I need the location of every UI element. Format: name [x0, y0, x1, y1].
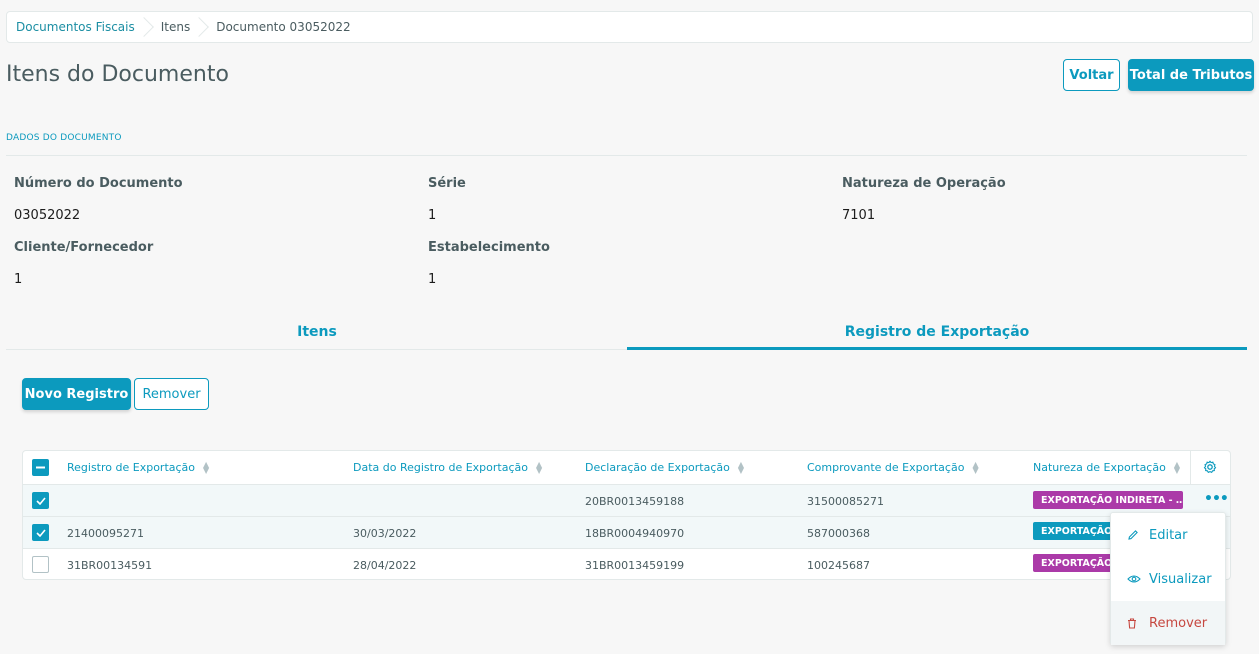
section-label: DADOS DO DOCUMENTO — [6, 133, 122, 143]
back-button[interactable]: Voltar — [1063, 59, 1120, 91]
tab-itens[interactable]: Itens — [7, 314, 627, 350]
breadcrumb-current-label: Documento 03052022 — [216, 20, 351, 34]
breadcrumb-item-documentos-fiscais[interactable]: Documentos Fiscais — [7, 12, 147, 42]
row-checkbox[interactable] — [32, 556, 49, 573]
cell-comprovante: 587000368 — [807, 526, 870, 540]
sort-icon[interactable]: ▲ ▼ — [203, 460, 209, 474]
sort-icon[interactable]: ▲ ▼ — [972, 460, 978, 474]
more-options-icon[interactable]: ••• — [1204, 491, 1229, 507]
cell-data: 28/04/2022 — [353, 558, 417, 572]
new-record-button[interactable]: Novo Registro — [22, 378, 131, 410]
menu-item-label: Editar — [1149, 527, 1188, 543]
field-label-estabelecimento: Estabelecimento — [428, 240, 550, 255]
column-header-registro[interactable]: Registro de Exportação ▲ ▼ — [67, 451, 209, 484]
select-all-checkbox[interactable] — [32, 459, 49, 476]
column-header-comprovante[interactable]: Comprovante de Exportação ▲ ▼ — [807, 451, 979, 484]
cell-registro: 31BR00134591 — [67, 558, 153, 572]
cell-registro: 21400095271 — [67, 526, 144, 540]
field-label-numero: Número do Documento — [14, 176, 183, 191]
minus-icon — [36, 466, 45, 469]
column-divider — [1190, 451, 1191, 484]
export-records-table: Registro de Exportação ▲ ▼ Data do Regist… — [22, 450, 1231, 580]
remove-button[interactable]: Remover — [134, 378, 209, 410]
column-header-label: Declaração de Exportação — [585, 461, 730, 474]
field-value-serie: 1 — [428, 208, 437, 223]
field-value-estabelecimento: 1 — [428, 272, 437, 287]
menu-item-remove[interactable]: Remover — [1111, 601, 1225, 645]
status-badge: EXPORTAÇÃO INDIRETA - … — [1033, 491, 1183, 509]
cell-declaracao: 20BR0013459188 — [585, 494, 685, 508]
cell-declaracao: 18BR0004940970 — [585, 526, 685, 540]
check-icon — [35, 528, 46, 537]
sort-icon[interactable]: ▲ ▼ — [1174, 460, 1180, 474]
page-title: Itens do Documento — [6, 62, 229, 87]
column-header-natureza[interactable]: Natureza de Exportação ▲ ▼ — [1033, 451, 1180, 484]
pencil-icon — [1127, 529, 1141, 541]
total-tributos-button[interactable]: Total de Tributos — [1128, 59, 1254, 91]
breadcrumb-item-itens[interactable]: Itens — [147, 12, 202, 42]
cell-comprovante: 100245687 — [807, 558, 870, 572]
section-divider — [6, 155, 1247, 156]
field-label-cliente: Cliente/Fornecedor — [14, 240, 154, 255]
row-actions-menu: Editar Visualizar Remover — [1110, 512, 1226, 645]
cell-comprovante: 31500085271 — [807, 494, 884, 508]
row-checkbox[interactable] — [32, 524, 49, 541]
cell-declaracao: 31BR0013459199 — [585, 558, 685, 572]
column-header-label: Registro de Exportação — [67, 461, 196, 474]
eye-icon — [1127, 574, 1141, 584]
field-label-serie: Série — [428, 176, 466, 191]
column-header-data[interactable]: Data do Registro de Exportação ▲ ▼ — [353, 451, 542, 484]
field-value-natureza-operacao: 7101 — [842, 208, 876, 223]
column-header-label: Comprovante de Exportação — [807, 461, 965, 474]
tab-active-indicator — [627, 347, 1247, 350]
table-row[interactable]: 21400095271 30/03/2022 18BR0004940970 58… — [23, 516, 1230, 548]
table-row[interactable]: 20BR0013459188 31500085271 EXPORTAÇÃO IN… — [23, 484, 1230, 516]
gear-icon[interactable] — [1203, 460, 1217, 477]
column-header-declaracao[interactable]: Declaração de Exportação ▲ ▼ — [585, 451, 744, 484]
status-badge: EXPORTAÇÃO — [1033, 522, 1113, 540]
trash-icon — [1127, 617, 1141, 629]
breadcrumb-link[interactable]: Documentos Fiscais — [16, 20, 135, 34]
menu-item-edit[interactable]: Editar — [1111, 513, 1225, 557]
row-checkbox[interactable] — [32, 492, 49, 509]
menu-item-view[interactable]: Visualizar — [1111, 557, 1225, 601]
status-badge: EXPORTAÇÃO — [1033, 554, 1113, 572]
breadcrumb: Documentos Fiscais Itens Documento 03052… — [6, 11, 1253, 43]
sort-icon[interactable]: ▲ ▼ — [536, 460, 542, 474]
menu-item-label: Visualizar — [1149, 571, 1212, 587]
cell-data: 30/03/2022 — [353, 526, 417, 540]
column-header-label: Data do Registro de Exportação — [353, 461, 528, 474]
field-value-cliente: 1 — [14, 272, 23, 287]
column-header-label: Natureza de Exportação — [1033, 461, 1166, 474]
sort-icon[interactable]: ▲ ▼ — [738, 460, 744, 474]
tab-registro-exportacao[interactable]: Registro de Exportação — [627, 314, 1247, 350]
check-icon — [35, 496, 46, 505]
breadcrumb-item-current: Documento 03052022 — [202, 12, 362, 42]
field-value-numero: 03052022 — [14, 208, 81, 223]
table-row[interactable]: 31BR00134591 28/04/2022 31BR0013459199 1… — [23, 548, 1230, 580]
menu-item-label: Remover — [1149, 615, 1208, 631]
breadcrumb-link[interactable]: Itens — [156, 20, 190, 34]
field-label-natureza-operacao: Natureza de Operação — [842, 176, 1006, 191]
